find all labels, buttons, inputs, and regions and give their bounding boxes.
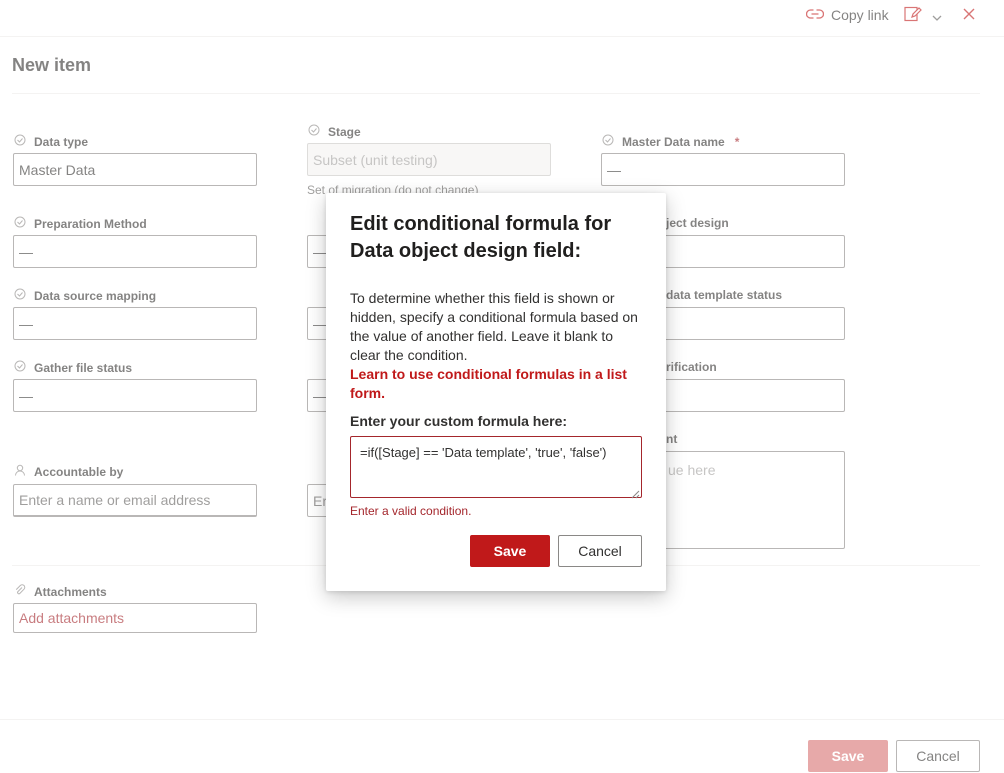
dialog-cancel-button[interactable]: Cancel bbox=[558, 535, 642, 567]
resize-grip-icon[interactable] bbox=[631, 486, 640, 504]
dialog-save-button[interactable]: Save bbox=[470, 535, 550, 567]
formula-input-label: Enter your custom formula here: bbox=[350, 413, 568, 429]
learn-formulas-link[interactable]: Learn to use conditional formulas in a l… bbox=[350, 365, 642, 403]
dialog-description: To determine whether this field is shown… bbox=[350, 290, 638, 363]
dialog-title: Edit conditional formula for Data object… bbox=[350, 213, 612, 262]
formula-input[interactable]: =if([Stage] == 'Data template', 'true', … bbox=[350, 436, 642, 498]
conditional-formula-dialog: Edit conditional formula for Data object… bbox=[326, 193, 666, 591]
formula-error: Enter a valid condition. bbox=[350, 504, 472, 518]
